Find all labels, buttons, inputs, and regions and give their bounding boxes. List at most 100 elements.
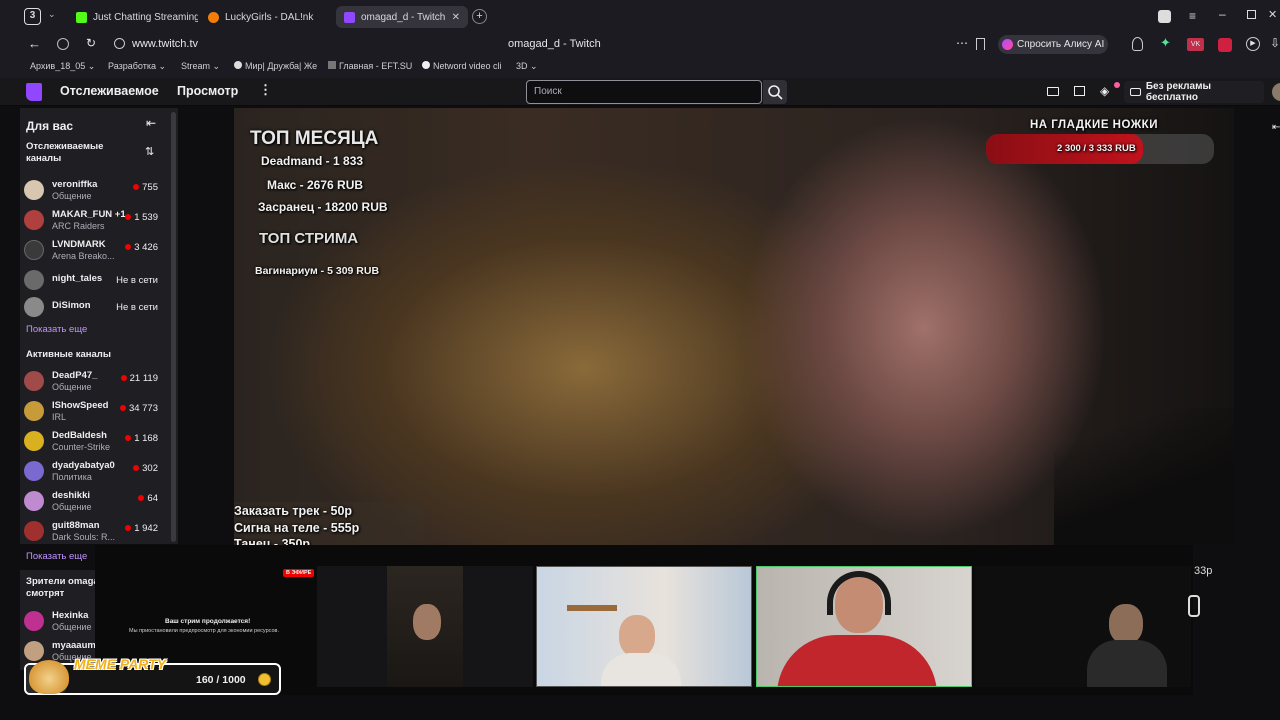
offline-status: Не в сети	[116, 275, 158, 286]
viewer-count: 1 942	[125, 523, 158, 534]
more-icon[interactable]: ⋯	[956, 36, 968, 50]
top-month-title: ТОП МЕСЯЦА	[250, 128, 379, 149]
goal-value: 2 300 / 3 333 RUB	[1057, 143, 1136, 154]
bookmark-link[interactable]: Netword video cli	[422, 61, 506, 71]
bookmark-link[interactable]: Мир| Дружба| Же	[234, 61, 318, 71]
viewer-count-value: 755	[142, 182, 158, 193]
streamer-body	[777, 635, 937, 686]
bookmark-folder[interactable]: Архив_18_05 ⌄	[30, 61, 95, 72]
stream-preview[interactable]	[536, 566, 752, 687]
tab-twitch[interactable]: omagad_d - Twitch ✕	[336, 6, 468, 28]
donationalerts-icon	[208, 11, 219, 23]
channel-name: veroniffka	[52, 179, 98, 190]
sidebar-item-deadp47[interactable]: DeadP47_ Общение 21 119	[24, 367, 174, 395]
viewer-count: 21 119	[120, 373, 158, 384]
extension-bulb-icon[interactable]	[1132, 37, 1143, 51]
preview-paused-title: Ваш стрим продолжается!	[165, 618, 251, 625]
show-more-link-2[interactable]: Показать еще	[26, 551, 87, 562]
sidebar-item-lvndmark[interactable]: LVNDMARK Arena Breako... 3 426	[24, 236, 174, 264]
video-player[interactable]: ТОП МЕСЯЦА Deadmand - 1 833 Макс - 2676 …	[234, 108, 1234, 545]
bookmark-link[interactable]: Главная - EFT.SU	[328, 61, 412, 71]
sort-icon[interactable]: ⇅	[145, 145, 154, 158]
sidebar-item-dedbaldesh[interactable]: DedBaldesh Counter-Strike 1 168	[24, 427, 174, 455]
search-input[interactable]: Поиск	[526, 80, 762, 104]
tab-counter[interactable]: 3	[24, 8, 41, 25]
turbo-button[interactable]: Без рекламы бесплатно	[1124, 81, 1264, 103]
whispers-icon[interactable]	[1074, 86, 1085, 96]
new-tab-button[interactable]: +	[472, 9, 487, 24]
extension-save-icon[interactable]	[1218, 38, 1232, 52]
channel-name[interactable]: Hexinka	[52, 610, 88, 621]
bookmark-favicon-icon	[422, 61, 430, 69]
bits-icon[interactable]: ◈	[1100, 84, 1109, 98]
close-window-icon[interactable]: ✕	[1268, 8, 1277, 21]
nav-following[interactable]: Отслеживаемое	[60, 84, 159, 98]
coin-icon	[258, 673, 271, 686]
bookmark-icon[interactable]	[976, 38, 985, 50]
bookmark-folder[interactable]: Stream ⌄	[181, 61, 220, 72]
tab-title: Just Chatting Streaming -	[93, 11, 198, 23]
bookmark-folder[interactable]: 3D ⌄	[516, 61, 538, 72]
back-icon[interactable]: ←	[28, 36, 41, 51]
channel-name: LVNDMARK	[52, 239, 106, 250]
minimize-icon[interactable]: –	[1219, 7, 1226, 21]
channel-name: DiSimon	[52, 300, 91, 311]
nav-browse[interactable]: Просмотр	[177, 84, 238, 98]
inbox-icon[interactable]	[1047, 87, 1059, 96]
restore-icon[interactable]	[1247, 10, 1256, 19]
top-month-entry: Макс - 2676 RUB	[267, 178, 364, 192]
stream-preview[interactable]	[756, 566, 972, 687]
avatar	[24, 611, 44, 631]
twitch-logo-icon[interactable]	[26, 83, 42, 101]
site-info-icon[interactable]	[114, 38, 125, 49]
sidebar-item-disimon[interactable]: DiSimon Не в сети	[24, 293, 174, 321]
nav-more-icon[interactable]: ⋮	[259, 82, 272, 98]
download-icon[interactable]: ⇩	[1270, 36, 1280, 50]
menu-icon[interactable]: ≡	[1189, 9, 1196, 23]
sidebar-item-ishowspeed[interactable]: IShowSpeed IRL 34 773	[24, 397, 174, 425]
avatar	[24, 461, 44, 481]
extension-star-icon[interactable]: ✦	[1160, 35, 1171, 51]
sidebar-item-makar-fun[interactable]: MAKAR_FUN +1 ARC Raiders 1 539	[24, 206, 174, 234]
tab-kick[interactable]: Just Chatting Streaming -	[68, 6, 198, 28]
top-month-entry: Deadmand - 1 833	[261, 154, 364, 168]
sidebar-item-night-tales[interactable]: night_tales Не в сети	[24, 266, 174, 294]
meme-party-goal: MEME PARTY 160 / 1000	[24, 656, 281, 695]
sidebar-scrollbar[interactable]	[171, 112, 176, 542]
expand-chat-icon[interactable]: ⇤	[1272, 122, 1280, 133]
channel-name: DeadP47_	[52, 370, 98, 381]
channel-category: Общение	[52, 382, 92, 392]
avatar	[24, 491, 44, 511]
stream-preview[interactable]	[317, 566, 533, 687]
sidebar-item-veroniffka[interactable]: veroniffka Общение 755	[24, 176, 174, 204]
close-tab-icon[interactable]: ✕	[452, 12, 460, 23]
sidebar-item-deshikki[interactable]: deshikki Общение 64	[24, 487, 174, 515]
streamer-body	[601, 653, 681, 686]
offline-status: Не в сети	[116, 302, 158, 313]
viewer-count: 302	[133, 463, 158, 474]
show-more-link[interactable]: Показать еще	[26, 324, 87, 335]
extension-play-icon[interactable]: ▶	[1246, 37, 1260, 51]
channel-category: Общение	[52, 622, 92, 632]
sidebar-item-guit88man[interactable]: guit88man Dark Souls: R... 1 942	[24, 517, 174, 545]
meme-party-progress: 160 / 1000	[196, 674, 246, 686]
sidebar-item-dyadyabatya0[interactable]: dyadyabatya0 Политика 302	[24, 457, 174, 485]
url-field[interactable]: www.twitch.tv	[132, 38, 198, 50]
tab-list-chevron-icon[interactable]: ⌄	[48, 9, 56, 20]
extension-vk-icon[interactable]: VK	[1187, 38, 1204, 51]
collapse-sidebar-icon[interactable]: ⇤	[146, 116, 156, 130]
avatar[interactable]	[1272, 83, 1280, 101]
profile-icon[interactable]	[1158, 10, 1171, 23]
stream-preview[interactable]: 33р	[975, 566, 1191, 687]
bookmark-label: Stream	[181, 61, 211, 71]
bookmark-folder[interactable]: Разработка ⌄	[108, 61, 166, 72]
tab-donationalerts[interactable]: LuckyGirls - DAL!nk	[200, 6, 330, 28]
search-button[interactable]	[763, 80, 787, 104]
alice-button[interactable]: Спросить Алису AI	[998, 35, 1108, 54]
channel-category: Политика	[52, 472, 92, 482]
reload-icon[interactable]: ↻	[86, 36, 96, 50]
live-dot-icon	[138, 495, 145, 502]
channel-name[interactable]: myaaaum	[52, 640, 96, 651]
channel-category: Dark Souls: R...	[52, 532, 116, 542]
reader-icon[interactable]	[57, 38, 69, 50]
